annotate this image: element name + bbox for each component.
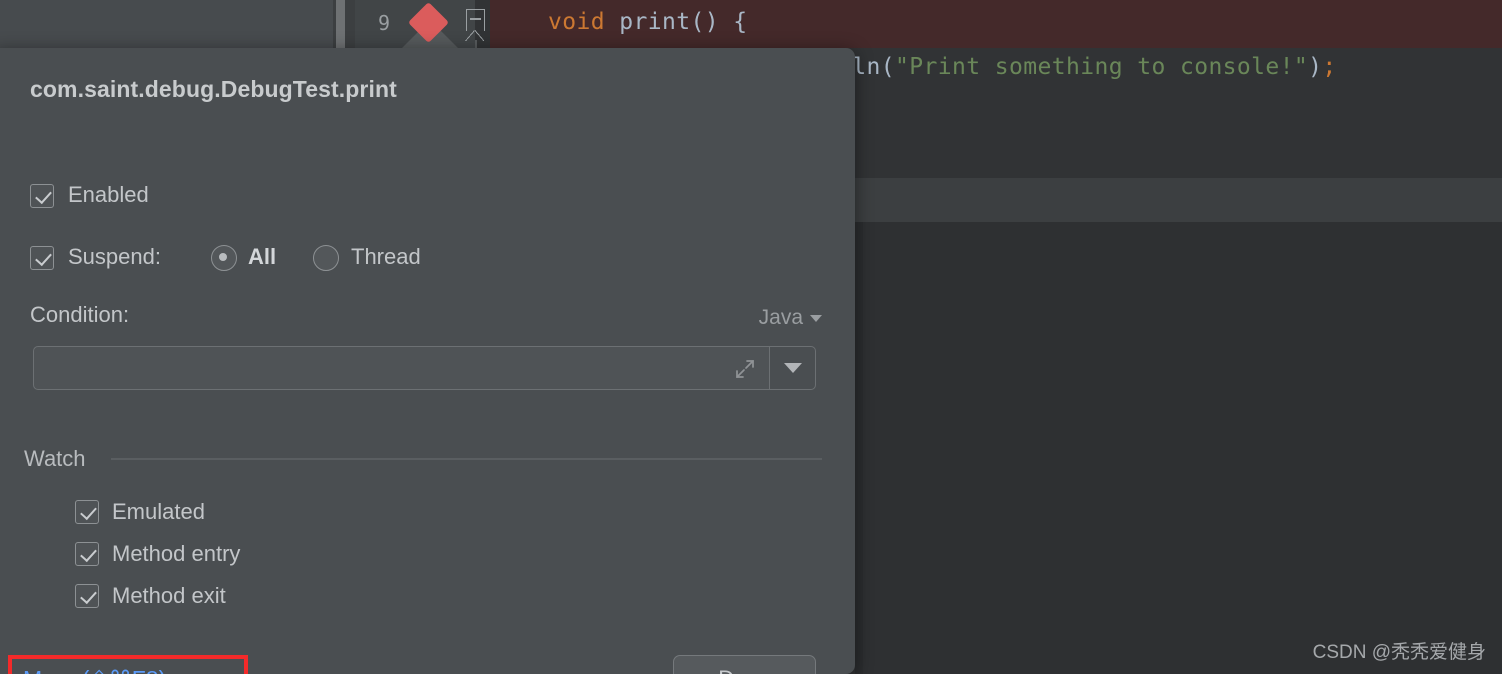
watermark: CSDN @秃秃爱健身 xyxy=(1313,637,1486,664)
suspend-radio-thread[interactable] xyxy=(313,245,339,271)
watch-emulated-label: Emulated xyxy=(112,499,205,525)
code-line-method-signature: void print() { xyxy=(548,9,747,35)
code-token-keyword: void xyxy=(548,9,605,35)
expand-diagonal-arrows-icon[interactable] xyxy=(735,359,755,379)
watch-method-exit-checkbox[interactable] xyxy=(75,584,99,608)
watch-emulated-checkbox[interactable] xyxy=(75,500,99,524)
line-number: 9 xyxy=(378,11,390,35)
watch-method-entry-checkbox[interactable] xyxy=(75,542,99,566)
editor-scrollbar-thumb[interactable] xyxy=(336,0,345,52)
more-settings-link[interactable]: More (⇧⌘F8) xyxy=(23,666,166,674)
condition-input-group xyxy=(33,346,816,390)
code-token-string-literal: "Print something to console!" xyxy=(895,54,1308,80)
screen-root: 9 void print() { :ln("Print something to… xyxy=(0,0,1502,674)
editor-left-shadow xyxy=(855,222,863,674)
watch-group-divider xyxy=(111,458,822,460)
chevron-down-icon xyxy=(784,363,802,373)
done-button[interactable]: Done xyxy=(673,655,816,674)
suspend-radio-thread-label: Thread xyxy=(351,244,421,270)
suspend-radio-all-label: All xyxy=(248,244,276,270)
suspend-label: Suspend: xyxy=(68,244,161,270)
code-token-identifier: print xyxy=(605,9,690,35)
suspend-radio-all[interactable] xyxy=(211,245,237,271)
condition-history-dropdown-button[interactable] xyxy=(770,346,816,390)
enabled-checkbox[interactable] xyxy=(30,184,54,208)
code-token-semicolon: ; xyxy=(1322,54,1336,80)
watch-method-exit-label: Method exit xyxy=(112,583,226,609)
breakpoint-settings-dialog: com.saint.debug.DebugTest.print Enabled … xyxy=(0,48,855,674)
condition-input[interactable] xyxy=(33,346,770,390)
editor-background-lower xyxy=(855,222,1502,674)
condition-language-label: Java xyxy=(759,306,803,330)
suspend-checkbox[interactable] xyxy=(30,246,54,270)
condition-label: Condition: xyxy=(30,302,129,328)
code-token-close-paren: ) xyxy=(1308,54,1322,80)
code-fold-marker-icon[interactable] xyxy=(466,9,485,31)
code-fold-marker-dash-icon xyxy=(470,18,481,20)
code-line-println: :ln("Print something to console!"); xyxy=(838,54,1337,80)
code-token-punctuation: () { xyxy=(690,9,747,35)
enabled-label: Enabled xyxy=(68,182,149,208)
editor-background-band xyxy=(855,178,1502,222)
chevron-down-icon xyxy=(810,315,822,322)
dialog-title: com.saint.debug.DebugTest.print xyxy=(30,76,397,103)
condition-language-selector[interactable]: Java xyxy=(759,306,822,330)
watch-group-title: Watch xyxy=(24,446,86,472)
watch-method-entry-label: Method entry xyxy=(112,541,240,567)
